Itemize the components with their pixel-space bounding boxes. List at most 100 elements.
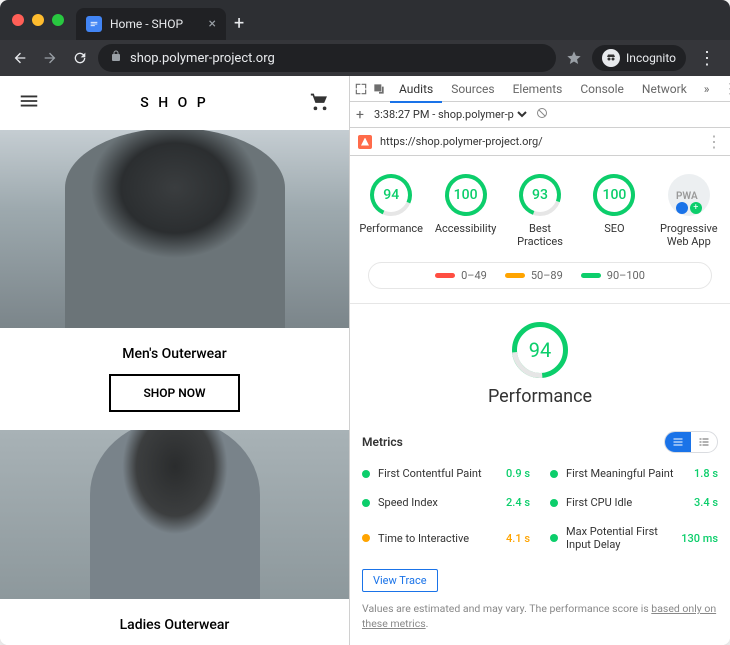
legend-good-icon — [581, 273, 601, 278]
shop-now-button[interactable]: SHOP NOW — [109, 374, 239, 412]
score-gauges: 94 Performance 100 Accessibility 93 Best… — [350, 156, 730, 256]
lighthouse-icon — [358, 135, 372, 149]
status-dot-icon — [550, 470, 558, 478]
viewport: S H O P Men's Outerwear SHOP NOW Ladies … — [0, 76, 730, 645]
toggle-compact-icon[interactable] — [665, 432, 691, 452]
metric-value: 130 ms — [681, 532, 718, 545]
metric-row[interactable]: First Meaningful Paint 1.8 s — [550, 459, 718, 488]
performance-detail: 94 Performance — [350, 303, 730, 421]
legend-bad-icon — [435, 273, 455, 278]
inspect-element-icon[interactable] — [354, 78, 368, 100]
metric-name: First Meaningful Paint — [566, 467, 686, 480]
status-dot-icon — [362, 499, 370, 507]
favicon-icon — [86, 16, 102, 32]
tab-audits[interactable]: Audits — [390, 76, 442, 102]
tab-title: Home - SHOP — [110, 17, 183, 31]
metric-name: First CPU Idle — [566, 496, 686, 509]
tab-console[interactable]: Console — [571, 76, 633, 102]
performance-big-label: Performance — [488, 386, 592, 407]
audits-toolbar: + 3:38:27 PM - shop.polymer-pr… — [350, 102, 730, 128]
tab-elements[interactable]: Elements — [504, 76, 572, 102]
minimize-window-icon[interactable] — [32, 14, 44, 26]
metric-row[interactable]: First CPU Idle 3.4 s — [550, 488, 718, 517]
hero-image-ladies — [0, 430, 349, 599]
star-icon[interactable] — [562, 46, 586, 70]
metrics-view-toggle[interactable] — [664, 431, 718, 453]
incognito-icon — [602, 49, 620, 67]
metric-name: Speed Index — [378, 496, 498, 509]
metric-value: 3.4 s — [694, 496, 718, 509]
site-panel: S H O P Men's Outerwear SHOP NOW Ladies … — [0, 76, 350, 645]
metric-row[interactable]: Time to Interactive 4.1 s — [362, 517, 530, 559]
browser-window: Home - SHOP × + shop.polymer-project.org… — [0, 0, 730, 645]
tab-bar: Home - SHOP × + — [0, 0, 730, 40]
metrics-disclaimer: Values are estimated and may vary. The p… — [362, 602, 718, 641]
device-toolbar-icon[interactable] — [372, 78, 386, 100]
maximize-window-icon[interactable] — [52, 14, 64, 26]
url-field[interactable]: shop.polymer-project.org — [98, 44, 556, 72]
metric-row[interactable]: Speed Index 2.4 s — [362, 488, 530, 517]
window-controls[interactable] — [0, 14, 76, 26]
close-window-icon[interactable] — [12, 14, 24, 26]
site-logo[interactable]: S H O P — [140, 95, 208, 111]
incognito-badge[interactable]: Incognito — [592, 45, 686, 71]
new-tab-button[interactable]: + — [226, 13, 252, 34]
address-bar: shop.polymer-project.org Incognito ⋮ — [0, 40, 730, 76]
metric-value: 0.9 s — [506, 467, 530, 480]
gauge-best-practices[interactable]: 93 Best Practices — [505, 174, 575, 248]
clear-icon[interactable] — [536, 107, 548, 122]
view-trace-button[interactable]: View Trace — [362, 569, 438, 592]
reload-button[interactable] — [68, 46, 92, 70]
performance-big-gauge: 94 — [512, 322, 568, 378]
new-audit-button[interactable]: + — [356, 107, 364, 123]
status-dot-icon — [362, 470, 370, 478]
site-header: S H O P — [0, 76, 349, 130]
score-legend: 0–49 50–89 90–100 — [368, 262, 712, 289]
metric-name: Max Potential First Input Delay — [566, 525, 673, 551]
devtools-menu-icon[interactable]: ⋮ — [717, 81, 730, 97]
gauge-seo[interactable]: 100 SEO — [579, 174, 649, 248]
devtools-tabs: Audits Sources Elements Console Network — [390, 76, 696, 102]
audit-url: https://shop.polymer-project.org/ — [380, 135, 543, 148]
devtools-tabbar: Audits Sources Elements Console Network … — [350, 76, 730, 102]
section-title-ladies: Ladies Outerwear — [0, 617, 349, 633]
section-title-mens: Men's Outerwear — [0, 346, 349, 362]
tab-network[interactable]: Network — [633, 76, 696, 102]
metric-name: First Contentful Paint — [378, 467, 498, 480]
metric-row[interactable]: Max Potential First Input Delay 130 ms — [550, 517, 718, 559]
svg-text:PWA: PWA — [676, 191, 698, 202]
metric-value: 2.4 s — [506, 496, 530, 509]
browser-menu-icon[interactable]: ⋮ — [692, 48, 722, 69]
tab-sources[interactable]: Sources — [442, 76, 503, 102]
audit-url-row: https://shop.polymer-project.org/ ⋮ — [350, 128, 730, 156]
pwa-icon: PWA + — [668, 174, 710, 216]
cart-icon[interactable] — [309, 90, 331, 116]
status-dot-icon — [550, 534, 558, 542]
close-tab-icon[interactable]: × — [209, 16, 216, 32]
metric-name: Time to Interactive — [378, 532, 498, 545]
hero-image-mens — [0, 130, 349, 328]
gauge-performance[interactable]: 94 Performance — [356, 174, 426, 248]
forward-button[interactable] — [38, 46, 62, 70]
legend-mid-icon — [505, 273, 525, 278]
metrics-section: First Contentful Paint 0.9 s First Meaning… — [350, 459, 730, 641]
devtools-panel: Audits Sources Elements Console Network … — [350, 76, 730, 645]
metric-value: 1.8 s — [694, 467, 718, 480]
back-button[interactable] — [8, 46, 32, 70]
metric-value: 4.1 s — [506, 532, 530, 545]
audit-row-menu-icon[interactable]: ⋮ — [706, 132, 722, 151]
metrics-header: Metrics — [350, 421, 730, 459]
metric-row[interactable]: First Contentful Paint 0.9 s — [362, 459, 530, 488]
toggle-expanded-icon[interactable] — [691, 432, 717, 452]
browser-tab[interactable]: Home - SHOP × — [76, 8, 226, 40]
gauge-pwa[interactable]: PWA + Progressive Web App — [654, 174, 724, 248]
status-dot-icon — [550, 499, 558, 507]
tabs-overflow-icon[interactable]: » — [700, 82, 714, 96]
menu-icon[interactable] — [18, 90, 40, 116]
audit-run-selector[interactable]: 3:38:27 PM - shop.polymer-pr… — [370, 107, 530, 122]
incognito-label: Incognito — [626, 51, 676, 65]
url-text: shop.polymer-project.org — [130, 51, 275, 66]
metrics-title: Metrics — [362, 435, 403, 449]
gauge-accessibility[interactable]: 100 Accessibility — [430, 174, 500, 248]
lock-icon — [110, 50, 122, 66]
